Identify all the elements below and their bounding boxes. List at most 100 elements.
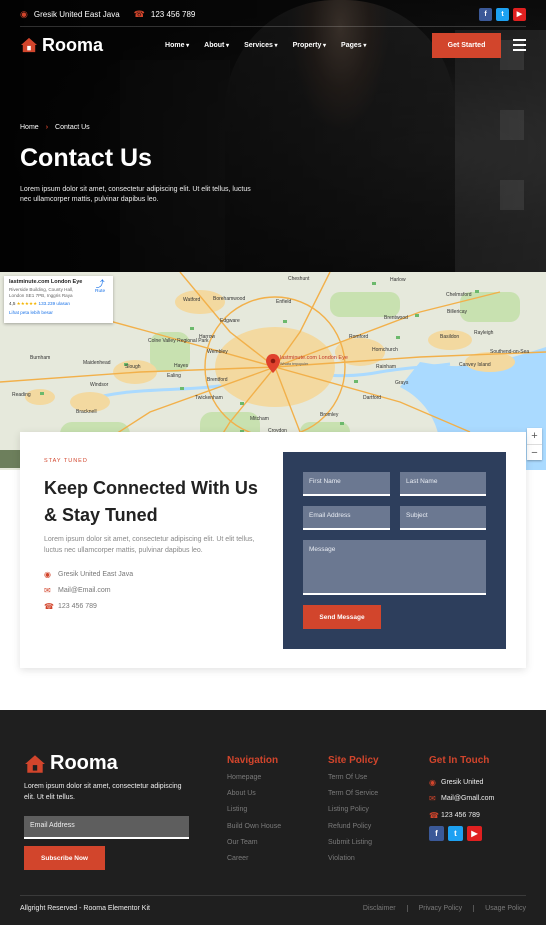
newsletter-email-input[interactable]: Email Address [24, 816, 189, 839]
map-place-label: Rainham [376, 364, 397, 370]
map-place-label: Wembley [207, 349, 228, 355]
breadcrumb: Home › Contact Us [20, 124, 90, 131]
email-field[interactable]: Email Address [303, 506, 390, 530]
footer-link-our-team[interactable]: Our Team [227, 839, 281, 855]
footer-navigation: Navigation Homepage About Us Listing Bui… [227, 755, 281, 871]
legal-link-usage-policy[interactable]: Usage Policy [473, 905, 526, 912]
map-place-label: Enfield [276, 299, 292, 305]
footer-link-career[interactable]: Career [227, 855, 281, 871]
map-place-label: Brentford [207, 377, 228, 383]
youtube-icon[interactable]: ▶ [513, 7, 526, 21]
map-place-label: Mitcham [250, 416, 269, 422]
footer: Rooma Lorem ipsum dolor sit amet, consec… [0, 710, 546, 925]
map-place-label: Canvey Island [459, 362, 491, 368]
footer-email[interactable]: Mail@Gmall.com [441, 795, 494, 802]
map-place-label: Rayleigh [474, 330, 494, 336]
map-reviews-link[interactable]: 133.239 ulasan [39, 301, 70, 306]
zoom-in-button[interactable]: + [527, 428, 542, 444]
map-place-label: Hornchurch [372, 347, 398, 353]
contact-form: First Name Last Name Email Address Subje… [283, 452, 506, 649]
topbar-phone: 123 456 789 [150, 9, 196, 19]
map-route-label[interactable]: Rute [95, 289, 105, 294]
footer-logo[interactable]: Rooma [24, 752, 118, 775]
facebook-icon[interactable]: f [429, 825, 444, 841]
youtube-icon[interactable]: ▶ [467, 825, 482, 841]
contact-card: STAY TUNED Keep Connected With Us & Stay… [20, 432, 526, 668]
page-title: Contact Us [20, 144, 152, 172]
footer-link-term-of-service[interactable]: Term Of Service [328, 790, 379, 806]
map-place-label: Brentwood [384, 315, 408, 321]
map-place-label: Hayes [174, 363, 189, 369]
footer-link-submit-listing[interactable]: Submit Listing [328, 839, 379, 855]
twitter-icon[interactable]: t [496, 7, 509, 21]
contact-email[interactable]: Mail@Email.com [58, 587, 111, 594]
map-place-label: Harlow [390, 277, 406, 283]
section-eyebrow: STAY TUNED [44, 458, 88, 464]
phone-icon: ☎ [133, 8, 145, 19]
nav-item-pages[interactable]: Pages [341, 42, 366, 49]
last-name-field[interactable]: Last Name [400, 472, 486, 496]
nav-item-services[interactable]: Services [244, 42, 278, 49]
nav-item-about[interactable]: About [204, 42, 229, 49]
footer-divider [20, 895, 526, 896]
section-description: Lorem ipsum dolor sit amet, consectetur … [44, 536, 255, 554]
nav-item-home[interactable]: Home [165, 42, 189, 49]
footer-link-listing[interactable]: Listing [227, 806, 281, 822]
copyright-text: Allgright Reserved - Rooma Elementor Kit [20, 905, 150, 912]
footer-link-build-own-house[interactable]: Build Own House [227, 823, 281, 839]
map-place-label: Dartford [363, 395, 382, 401]
first-name-field[interactable]: First Name [303, 472, 390, 496]
envelope-icon: ✉ [44, 586, 51, 595]
footer-link-term-of-use[interactable]: Term Of Use [328, 774, 379, 790]
contact-phone[interactable]: 123 456 789 [58, 603, 97, 610]
topbar-location: Gresik United East Java [33, 9, 120, 19]
map-place-label: Bromley [320, 412, 339, 418]
get-started-button[interactable]: Get Started [432, 32, 501, 58]
map-pin-sublabel: Wisata terpopuler [280, 362, 309, 366]
main-nav: Rooma Home About Services Property Pages… [20, 32, 526, 58]
subject-field[interactable]: Subject [400, 506, 486, 530]
footer-logo-text: Rooma [50, 752, 118, 774]
map-place-label: Billericay [447, 309, 468, 315]
map-place-label: Slough [125, 364, 141, 370]
map-place-label: Southend-on-Sea [490, 349, 530, 355]
map-place-label: Watford [183, 297, 201, 303]
nav-item-property[interactable]: Property [293, 42, 326, 49]
route-icon[interactable]: ⤴ [95, 279, 105, 289]
map-place-label: Grays [395, 380, 409, 386]
map-larger-link[interactable]: Lihat peta lebih besar [9, 310, 108, 315]
footer-nav-title: Navigation [227, 755, 279, 766]
zoom-out-button[interactable]: − [527, 444, 542, 460]
logo-text: Rooma [42, 34, 104, 55]
footer-link-refund-policy[interactable]: Refund Policy [328, 823, 379, 839]
site-logo[interactable]: Rooma [20, 35, 103, 56]
breadcrumb-home[interactable]: Home [20, 124, 39, 131]
map-place-label: Edgware [220, 318, 240, 324]
message-field[interactable]: Message [303, 540, 486, 595]
twitter-icon[interactable]: t [448, 825, 463, 841]
facebook-icon[interactable]: f [479, 7, 492, 21]
footer-phone[interactable]: 123 456 789 [441, 812, 480, 819]
map-place-label: Colne Valley Regional Park [148, 338, 209, 344]
map-place-label: Ealing [167, 373, 181, 379]
footer-link-homepage[interactable]: Homepage [227, 774, 281, 790]
footer-touch-title: Get In Touch [429, 755, 490, 766]
map-place-label: Cheshunt [288, 276, 310, 282]
phone-icon: ☎ [429, 810, 439, 820]
footer-link-about-us[interactable]: About Us [227, 790, 281, 806]
subscribe-button[interactable]: Subscribe Now [24, 846, 105, 870]
hamburger-menu-icon[interactable] [513, 39, 526, 51]
legal-link-privacy-policy[interactable]: Privacy Policy [406, 905, 474, 912]
send-message-button[interactable]: Send Message [303, 605, 381, 629]
map-zoom-controls: + − [527, 428, 542, 460]
legal-links: Disclaimer Privacy Policy Usage Policy [352, 905, 526, 912]
footer-link-listing-policy[interactable]: Listing Policy [328, 806, 379, 822]
footer-link-violation[interactable]: Violation [328, 855, 379, 871]
map-place-label: Bracknell [76, 409, 97, 415]
star-rating-icon: ★★★★★ [16, 301, 38, 306]
map-place-label: Reading [12, 392, 31, 398]
legal-link-disclaimer[interactable]: Disclaimer [352, 905, 407, 912]
chevron-right-icon: › [45, 124, 49, 131]
footer-site-policy: Site Policy Term Of Use Term Of Service … [328, 755, 379, 871]
map-place-label: Maidenhead [83, 360, 111, 366]
